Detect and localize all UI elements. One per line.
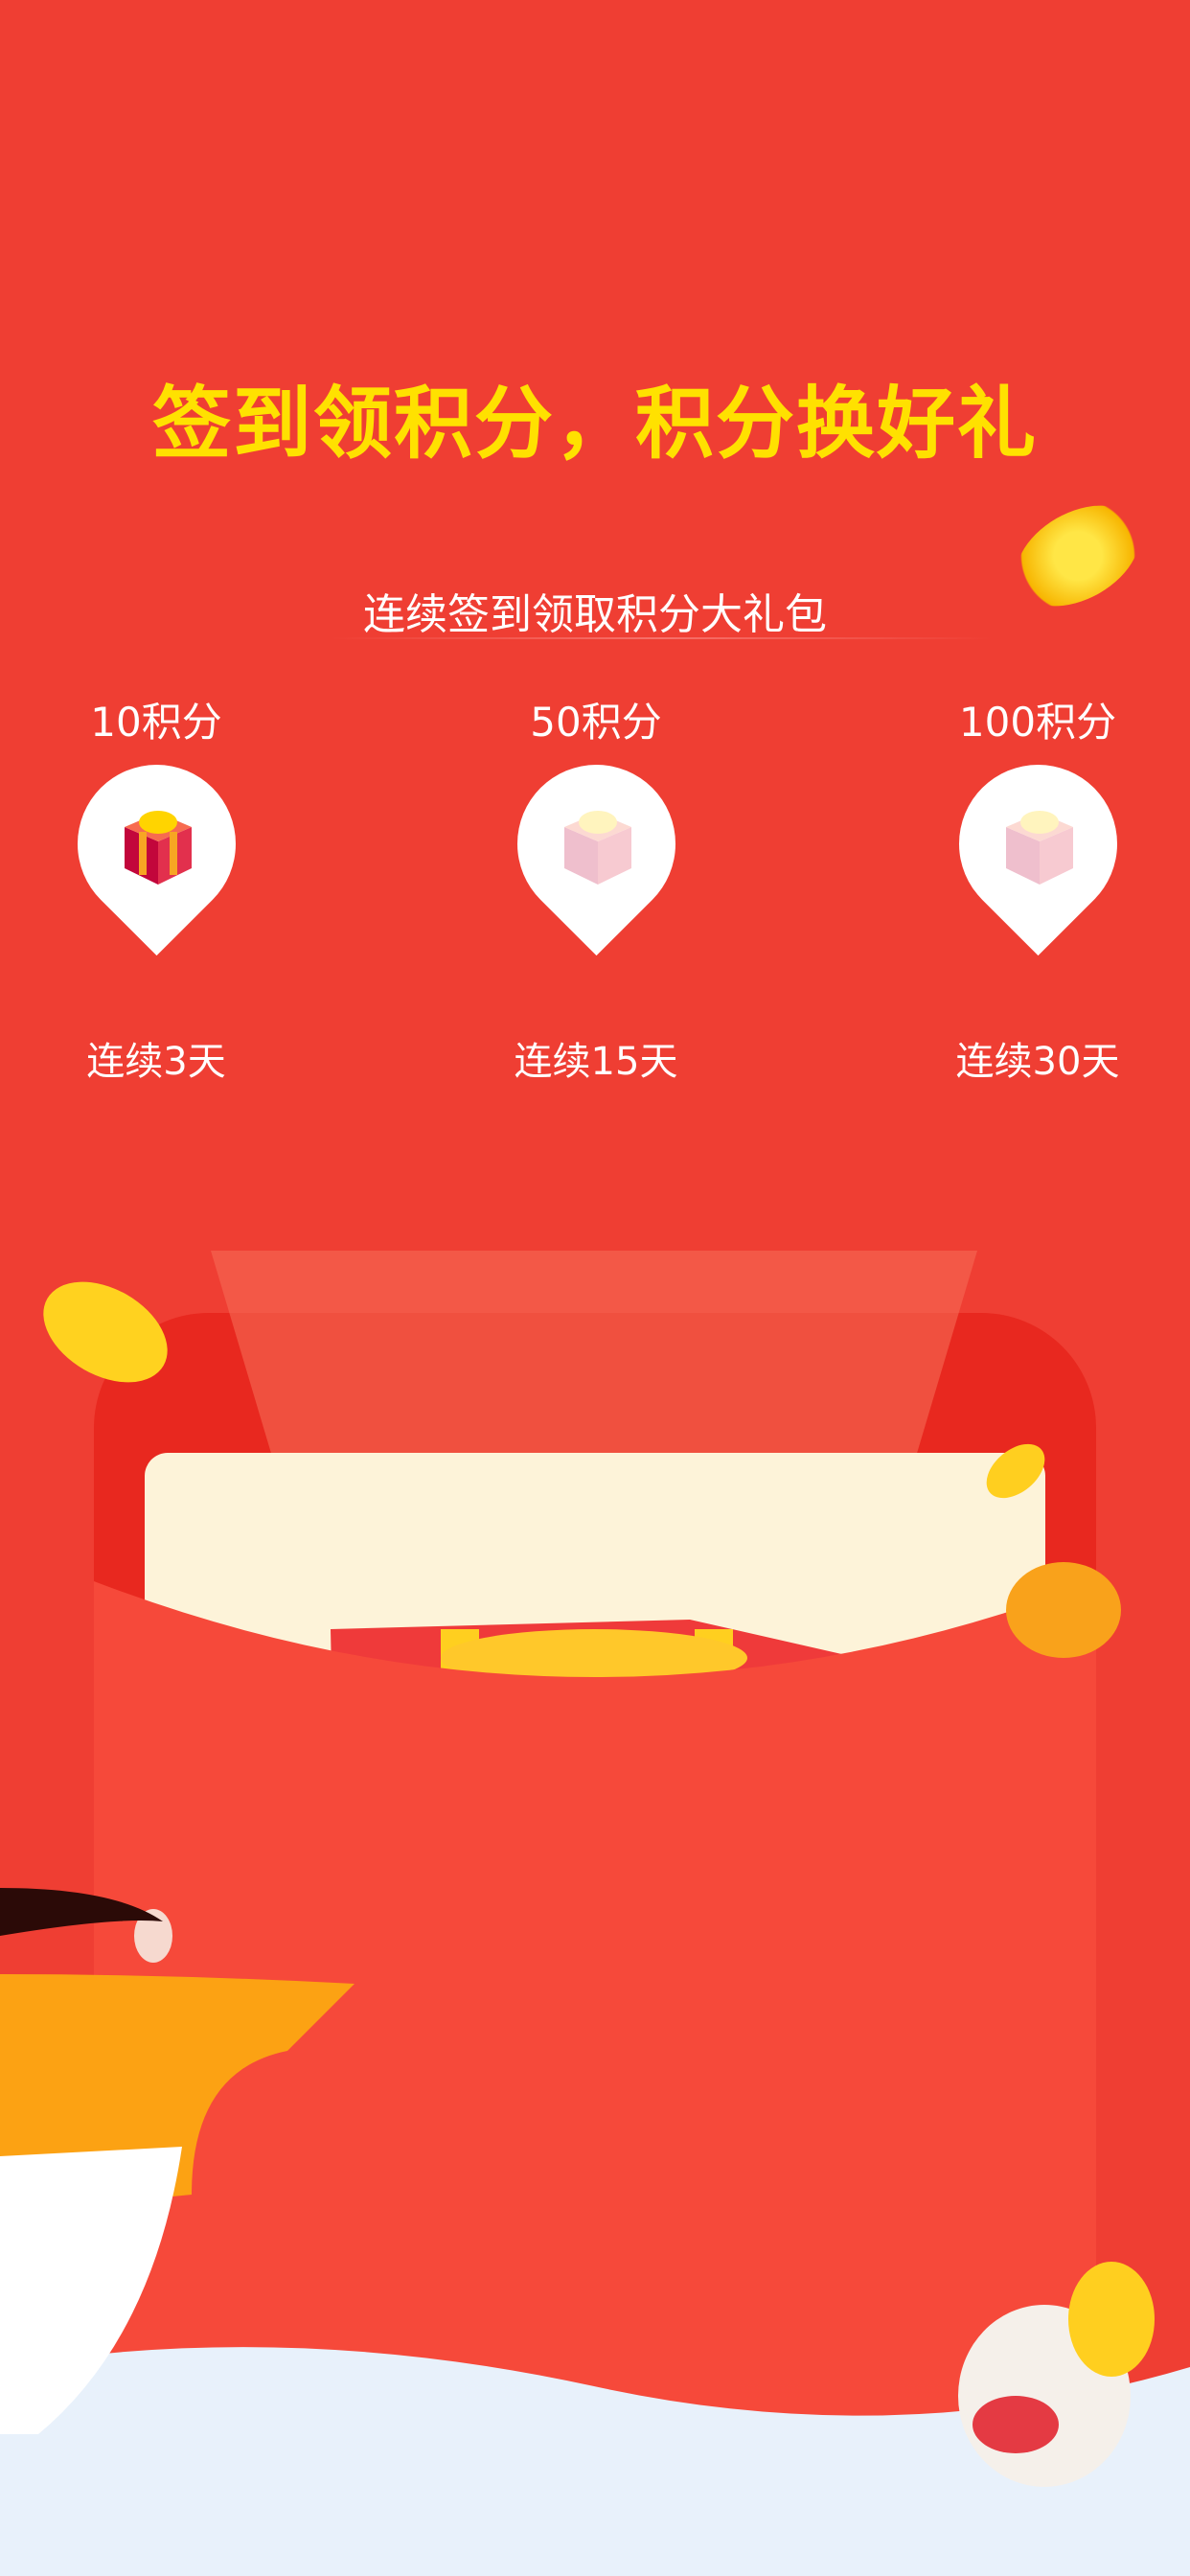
tier-days: 连续15天 [514, 1040, 678, 1084]
gift-box-icon [125, 811, 192, 885]
gift-box-icon [564, 811, 631, 885]
tier-days: 连续3天 [86, 1040, 226, 1084]
page-headline: 签到领积分，积分换好礼 [151, 379, 1038, 470]
subtitle: 连续签到领取积分大礼包 [363, 590, 827, 639]
tier-points: 50积分 [530, 699, 662, 746]
red-envelope-illustration [0, 1251, 1190, 2576]
tier-points: 100积分 [958, 699, 1117, 746]
gift-box-icon [1006, 811, 1073, 885]
tier-days: 连续30天 [955, 1040, 1120, 1084]
subtitle-divider [331, 637, 992, 639]
tier-points: 10积分 [90, 699, 222, 746]
